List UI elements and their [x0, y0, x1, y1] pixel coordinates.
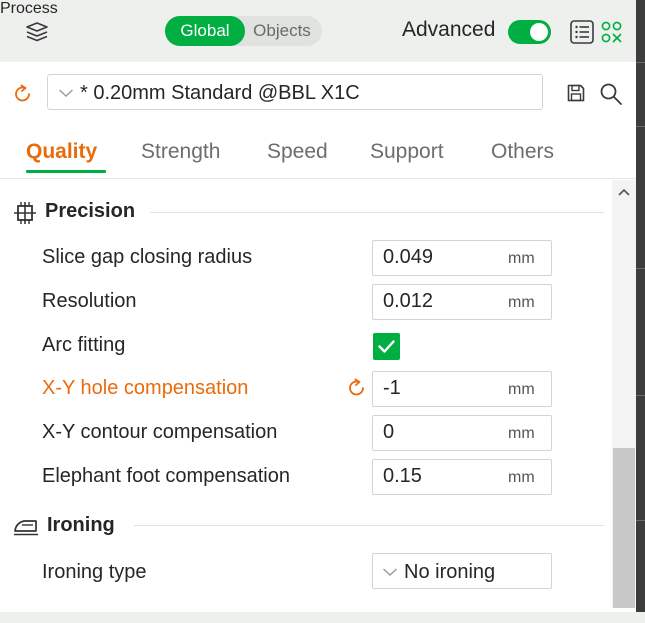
mode-objects-button[interactable]: Objects — [245, 16, 319, 46]
scroll-up-icon[interactable] — [614, 182, 634, 202]
section-title-ironing: Ironing — [47, 514, 115, 536]
resolution-value: 0.012 — [383, 290, 434, 312]
xy-hole-compensation-value: -1 — [383, 377, 401, 399]
label-xy-hole-compensation: X-Y hole compensation — [42, 377, 249, 399]
tab-quality[interactable]: Quality — [26, 140, 97, 164]
advanced-label: Advanced — [402, 18, 496, 41]
process-layers-icon — [26, 22, 48, 42]
process-title: Process — [0, 0, 58, 17]
panel-edge-divider — [636, 62, 645, 63]
label-elephant-foot-compensation: Elephant foot compensation — [42, 465, 290, 487]
preset-name: * 0.20mm Standard @BBL X1C — [80, 82, 360, 104]
chevron-down-icon — [383, 568, 397, 576]
active-tab-indicator — [26, 170, 106, 173]
save-icon[interactable] — [566, 83, 586, 103]
chevron-down-icon — [59, 89, 73, 97]
list-view-icon[interactable] — [569, 19, 595, 45]
panel-edge-divider — [636, 520, 645, 521]
panel-footer — [0, 612, 645, 623]
tab-speed[interactable]: Speed — [267, 140, 328, 164]
unit-label: mm — [508, 381, 535, 398]
ironing-type-value: No ironing — [404, 561, 496, 583]
section-title-precision: Precision — [45, 200, 136, 222]
panel-edge-divider — [636, 126, 645, 127]
search-icon[interactable] — [599, 82, 623, 106]
reset-value-icon[interactable] — [346, 378, 368, 398]
mode-global-button[interactable]: Global — [165, 16, 245, 46]
precision-icon — [14, 202, 36, 224]
tab-support[interactable]: Support — [370, 140, 444, 164]
xy-contour-compensation-value: 0 — [383, 421, 395, 443]
panel-edge-divider — [636, 395, 645, 396]
section-divider — [150, 212, 604, 213]
tab-strength[interactable]: Strength — [141, 140, 220, 164]
label-arc-fitting: Arc fitting — [42, 334, 126, 356]
tabs-divider — [0, 178, 636, 179]
unit-label: mm — [508, 425, 535, 442]
section-divider — [134, 525, 604, 526]
label-resolution: Resolution — [42, 290, 137, 312]
compare-icon[interactable] — [600, 20, 624, 44]
elephant-foot-compensation-value: 0.15 — [383, 465, 422, 487]
ironing-icon — [14, 520, 38, 536]
unit-label: mm — [508, 250, 535, 267]
unit-label: mm — [508, 469, 535, 486]
slice-gap-closing-radius-value: 0.049 — [383, 246, 434, 268]
label-slice-gap-closing-radius: Slice gap closing radius — [42, 246, 253, 268]
checkmark-icon — [378, 340, 395, 353]
advanced-toggle-knob — [530, 23, 548, 41]
label-ironing-type: Ironing type — [42, 561, 147, 583]
tab-others[interactable]: Others — [491, 140, 554, 164]
panel-edge-divider — [636, 268, 645, 269]
label-xy-contour-compensation: X-Y contour compensation — [42, 421, 278, 443]
reset-preset-icon[interactable] — [12, 84, 34, 104]
unit-label: mm — [508, 294, 535, 311]
scrollbar-thumb[interactable] — [613, 448, 635, 608]
